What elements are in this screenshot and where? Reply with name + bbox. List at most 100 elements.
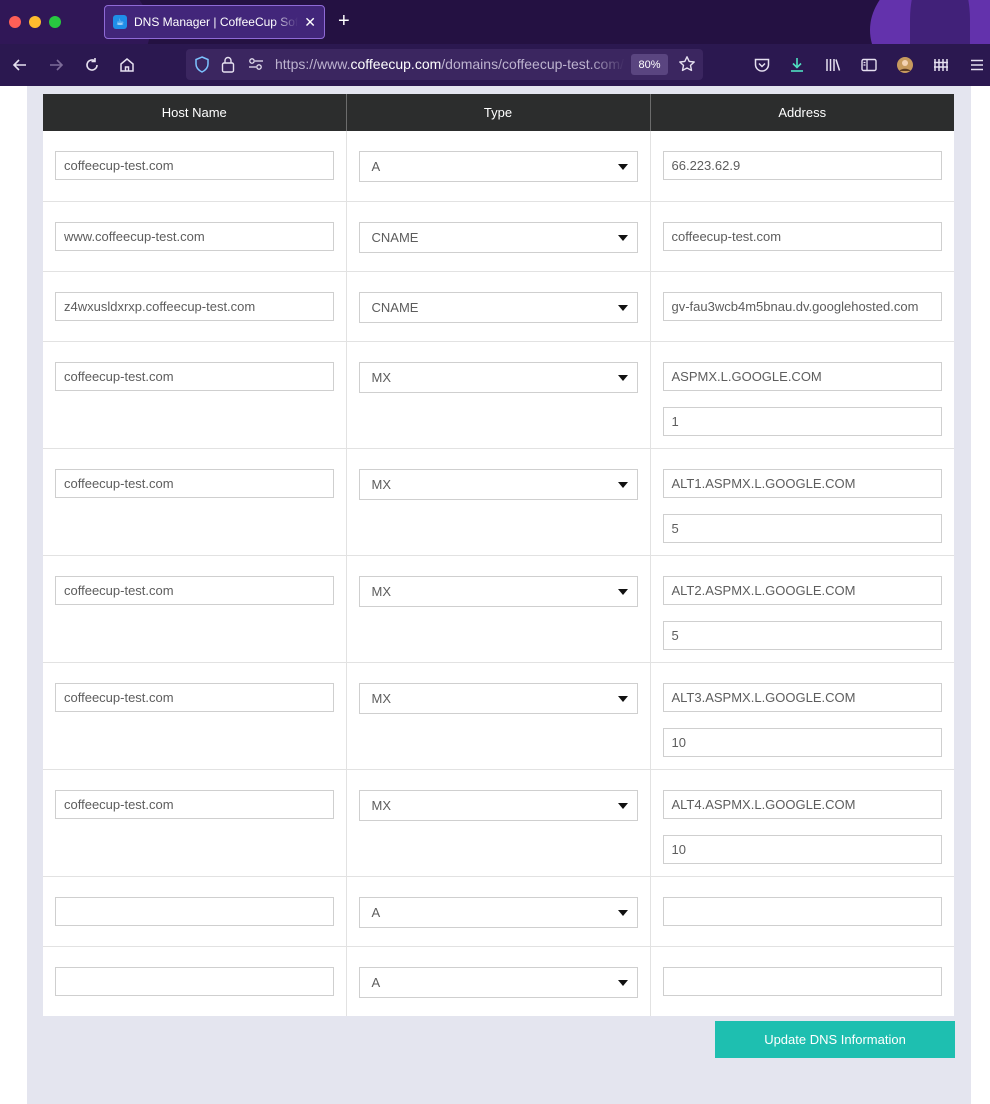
reload-button[interactable] bbox=[81, 54, 103, 76]
priority-input[interactable]: 10 bbox=[662, 834, 942, 864]
address-bar[interactable]: https://www.coffeecup.com/domains/coffee… bbox=[186, 49, 703, 80]
host-name-input[interactable]: coffeecup-test.com bbox=[55, 361, 334, 391]
browser-tab-active[interactable]: ☕ DNS Manager | CoffeeCup Software ✕ bbox=[104, 5, 325, 39]
address-input[interactable]: ALT1.ASPMX.L.GOOGLE.COM bbox=[662, 468, 942, 498]
arrow-left-icon bbox=[12, 59, 26, 71]
sidebar-icon bbox=[861, 58, 877, 72]
host-name-input[interactable] bbox=[55, 966, 334, 996]
type-cell: MX bbox=[346, 662, 651, 770]
record-type-value: A bbox=[371, 159, 381, 174]
priority-input[interactable]: 1 bbox=[662, 406, 942, 436]
host-name-input[interactable]: coffeecup-test.com bbox=[55, 682, 334, 712]
record-type-select[interactable]: MX bbox=[358, 682, 638, 714]
address-cell: gv-fau3wcb4m5bnau.dv.googlehosted.com bbox=[650, 271, 954, 342]
caret-down-icon bbox=[617, 481, 628, 488]
address-input[interactable]: gv-fau3wcb4m5bnau.dv.googlehosted.com bbox=[662, 291, 942, 321]
bookmark-star-icon[interactable] bbox=[678, 55, 696, 73]
type-cell: MX bbox=[346, 555, 651, 663]
back-button[interactable] bbox=[9, 54, 31, 76]
priority-input[interactable]: 10 bbox=[662, 727, 942, 757]
host-name-input[interactable]: www.coffeecup-test.com bbox=[55, 221, 334, 251]
home-button[interactable] bbox=[116, 54, 138, 76]
host-name-input[interactable] bbox=[55, 896, 334, 926]
browser-nav-bar: https://www.coffeecup.com/domains/coffee… bbox=[0, 44, 990, 86]
record-type-select[interactable]: MX bbox=[358, 789, 638, 821]
host-name-cell: www.coffeecup-test.com bbox=[43, 201, 347, 272]
record-type-value: MX bbox=[371, 369, 392, 385]
arrow-right-icon bbox=[50, 59, 64, 71]
extensions-button[interactable] bbox=[930, 54, 952, 76]
avatar-icon bbox=[897, 57, 913, 73]
address-input[interactable]: 66.223.62.9 bbox=[662, 151, 942, 180]
close-tab-icon[interactable]: ✕ bbox=[304, 14, 316, 31]
menu-button[interactable] bbox=[966, 54, 988, 76]
coffeecup-favicon-icon: ☕ bbox=[113, 15, 127, 29]
host-name-input[interactable]: z4wxusldxrxp.coffeecup-test.com bbox=[55, 291, 334, 321]
record-type-select[interactable]: MX bbox=[358, 575, 638, 607]
record-type-select[interactable]: CNAME bbox=[358, 291, 638, 323]
account-button[interactable] bbox=[894, 54, 916, 76]
new-tab-button[interactable]: + bbox=[338, 9, 350, 33]
record-type-select[interactable]: MX bbox=[358, 468, 638, 500]
host-name-cell: coffeecup-test.com bbox=[43, 341, 347, 449]
caret-down-icon bbox=[617, 695, 628, 702]
host-name-input[interactable]: coffeecup-test.com bbox=[55, 151, 334, 180]
page-content: Host Name Type Address coffeecup-test.co… bbox=[0, 86, 990, 1104]
record-type-value: A bbox=[371, 974, 381, 990]
lock-icon[interactable] bbox=[221, 56, 235, 73]
record-type-select[interactable]: A bbox=[358, 896, 638, 928]
caret-down-icon bbox=[617, 588, 628, 595]
library-button[interactable] bbox=[822, 54, 844, 76]
record-type-select[interactable]: CNAME bbox=[358, 221, 638, 253]
maximize-window-button[interactable] bbox=[49, 16, 61, 28]
address-cell: ALT1.ASPMX.L.GOOGLE.COM 5 bbox=[650, 448, 954, 556]
address-input[interactable] bbox=[662, 966, 942, 996]
record-type-select[interactable]: MX bbox=[358, 361, 638, 393]
host-name-cell: coffeecup-test.com bbox=[43, 662, 347, 770]
sidebar-button[interactable] bbox=[858, 54, 880, 76]
priority-input[interactable]: 5 bbox=[662, 620, 942, 650]
type-cell: A bbox=[346, 946, 651, 1016]
caret-down-icon bbox=[617, 234, 628, 241]
shield-icon[interactable] bbox=[194, 56, 210, 73]
caret-down-icon bbox=[617, 164, 628, 170]
pocket-icon bbox=[754, 58, 770, 72]
record-type-value: MX bbox=[371, 797, 392, 813]
record-type-value: MX bbox=[371, 583, 392, 599]
update-dns-button[interactable]: Update DNS Information bbox=[715, 1021, 955, 1058]
host-name-input[interactable]: coffeecup-test.com bbox=[55, 468, 334, 498]
pocket-button[interactable] bbox=[751, 54, 773, 76]
dns-record-row: coffeecup-test.com MX ALT2.ASPMX.L.GOOGLE.… bbox=[43, 555, 954, 663]
close-window-button[interactable] bbox=[9, 16, 21, 28]
permissions-icon[interactable] bbox=[248, 57, 264, 71]
address-input[interactable]: ALT2.ASPMX.L.GOOGLE.COM bbox=[662, 575, 942, 605]
type-cell: A bbox=[346, 131, 651, 202]
dns-record-row: A bbox=[43, 946, 954, 1016]
downloads-button[interactable] bbox=[786, 54, 808, 76]
priority-input[interactable]: 5 bbox=[662, 513, 942, 543]
record-type-select[interactable]: A bbox=[358, 151, 638, 182]
dns-record-row: coffeecup-test.com MX ALT3.ASPMX.L.GOOGLE.… bbox=[43, 662, 954, 770]
address-input[interactable]: ALT4.ASPMX.L.GOOGLE.COM bbox=[662, 789, 942, 819]
host-name-cell: z4wxusldxrxp.coffeecup-test.com bbox=[43, 271, 347, 342]
extension-grid-icon bbox=[934, 59, 948, 71]
record-type-select[interactable]: A bbox=[358, 966, 638, 998]
address-input[interactable]: ALT3.ASPMX.L.GOOGLE.COM bbox=[662, 682, 942, 712]
minimize-window-button[interactable] bbox=[29, 16, 41, 28]
record-type-value: CNAME bbox=[371, 299, 419, 315]
zoom-level-badge[interactable]: 80% bbox=[631, 54, 668, 75]
address-input[interactable]: ASPMX.L.GOOGLE.COM bbox=[662, 361, 942, 391]
host-name-input[interactable]: coffeecup-test.com bbox=[55, 575, 334, 605]
column-header-address: Address bbox=[650, 94, 954, 131]
address-cell: ALT3.ASPMX.L.GOOGLE.COM 10 bbox=[650, 662, 954, 770]
address-cell: ALT4.ASPMX.L.GOOGLE.COM 10 bbox=[650, 769, 954, 877]
forward-button[interactable] bbox=[45, 54, 67, 76]
record-type-value: CNAME bbox=[371, 229, 419, 245]
dns-records-table: Host Name Type Address coffeecup-test.co… bbox=[43, 94, 954, 1016]
address-input[interactable] bbox=[662, 896, 942, 926]
url-text[interactable]: https://www.coffeecup.com/domains/coffee… bbox=[275, 56, 625, 72]
host-name-cell: coffeecup-test.com bbox=[43, 555, 347, 663]
address-input[interactable]: coffeecup-test.com bbox=[662, 221, 942, 251]
address-cell: ALT2.ASPMX.L.GOOGLE.COM 5 bbox=[650, 555, 954, 663]
host-name-input[interactable]: coffeecup-test.com bbox=[55, 789, 334, 819]
